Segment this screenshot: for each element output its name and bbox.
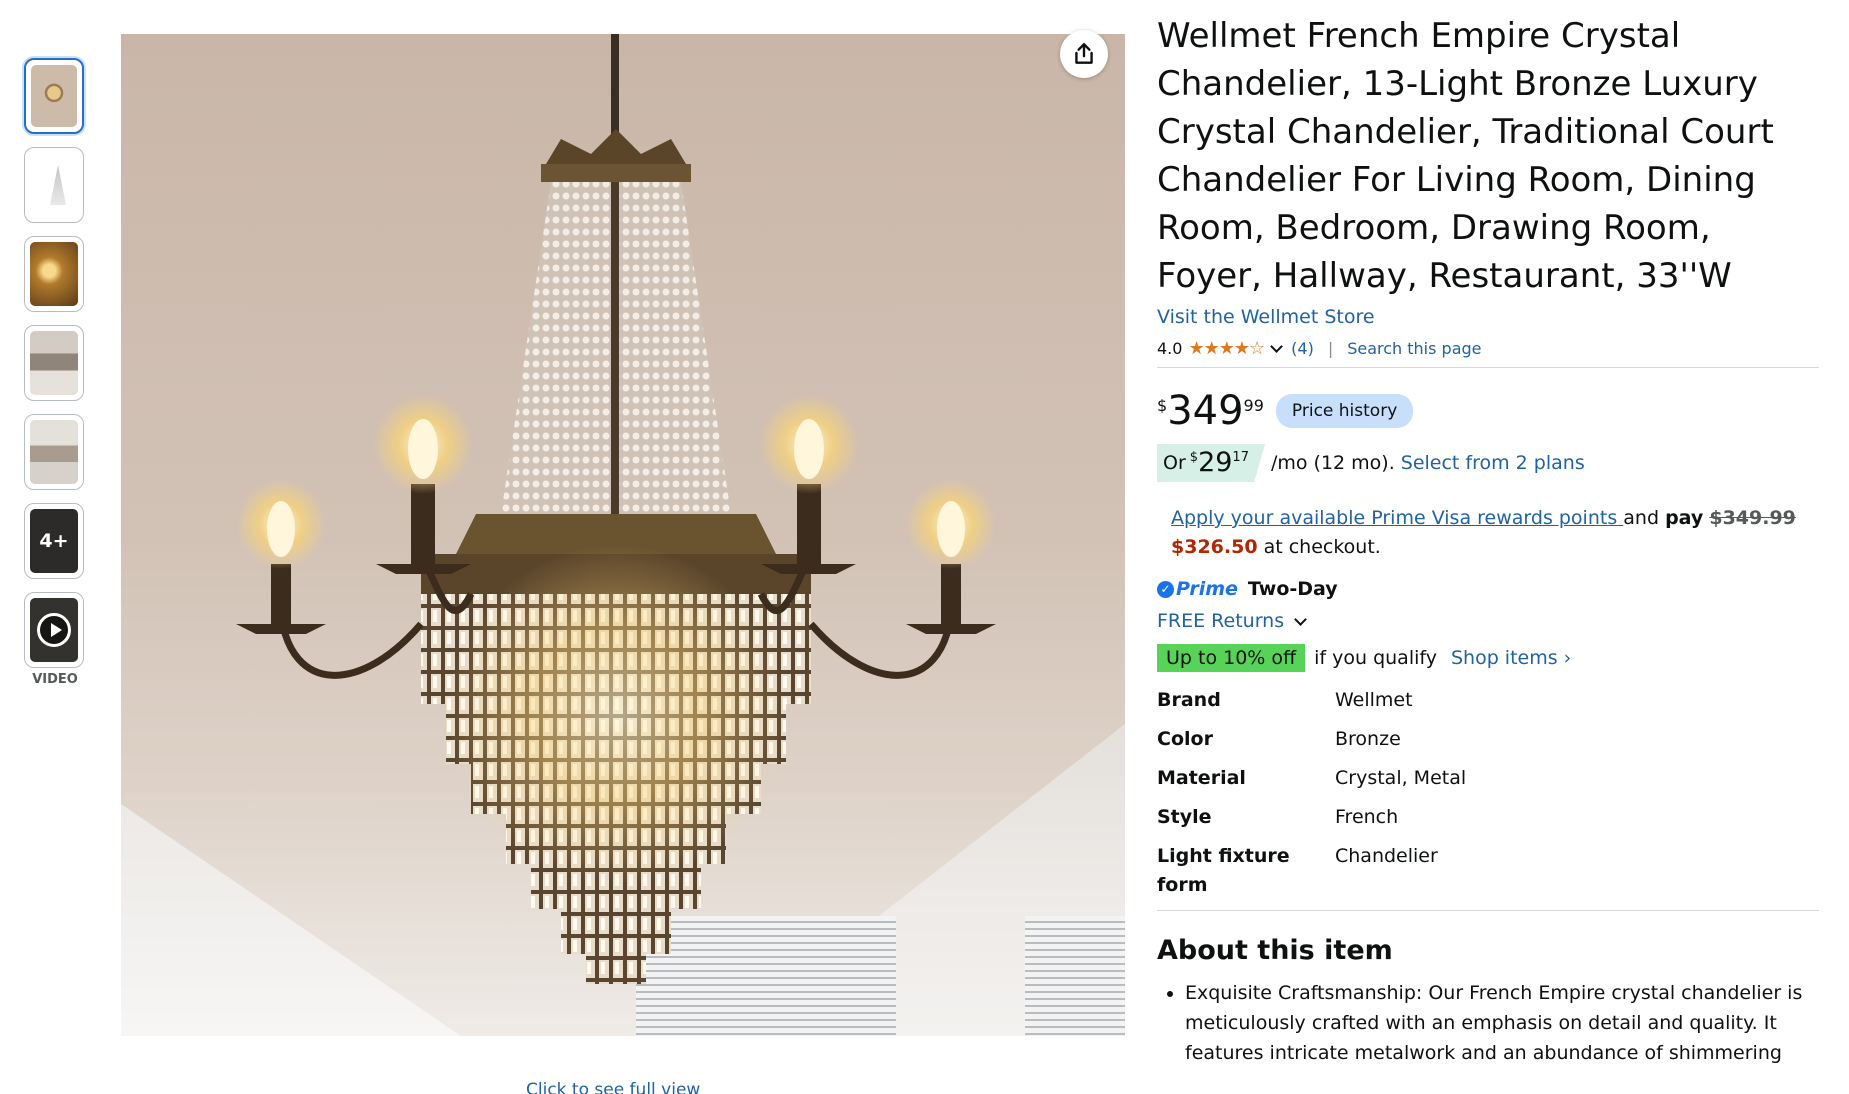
spec-key: Style (1157, 806, 1212, 828)
two-day-label: Two-Day (1247, 578, 1338, 600)
prime-delivery-row: ✓ Prime Two-Day (1157, 578, 1819, 600)
installment-fraction: 17 (1232, 450, 1249, 465)
and-text: and (1623, 507, 1660, 529)
spec-row-brand: Brand Wellmet (1157, 686, 1819, 715)
spec-row-color: Color Bronze (1157, 725, 1819, 754)
spec-value: French (1335, 806, 1399, 828)
prime-visa-link[interactable]: Apply your available Prime Visa rewards … (1171, 507, 1623, 529)
thumbnail-video[interactable] (24, 592, 84, 668)
divider (1157, 367, 1819, 368)
chevron-down-icon[interactable] (1270, 340, 1284, 353)
deal-text: if you qualify (1314, 647, 1437, 669)
deal-row: Up to 10% off if you qualify Shop items … (1157, 644, 1819, 672)
thumbnail-image (30, 242, 78, 306)
discounted-price: $326.50 (1171, 536, 1258, 558)
spec-row-style: Style French (1157, 803, 1819, 832)
spec-value: Crystal, Metal (1335, 767, 1467, 789)
rating-row: 4.0 ★★★★☆ (4) | Search this page (1157, 338, 1819, 359)
thumbnail-image (31, 65, 77, 127)
chandelier-illustration (236, 34, 996, 984)
shop-items-link[interactable]: Shop items › (1451, 647, 1571, 669)
installment-badge: Or $ 29 17 (1157, 444, 1265, 482)
thumbnail-strip: 4+ (24, 58, 86, 681)
spec-key: Color (1157, 728, 1213, 750)
thumbnail-1[interactable] (24, 58, 84, 134)
prime-logo: Prime (1176, 578, 1238, 600)
more-images-label: 4+ (30, 509, 78, 573)
spec-row-material: Material Crystal, Metal (1157, 764, 1819, 793)
about-title: About this item (1157, 935, 1393, 966)
store-link[interactable]: Visit the Wellmet Store (1157, 306, 1375, 328)
price-whole: 349 (1167, 388, 1244, 434)
thumbnail-image (30, 331, 78, 395)
product-info-panel: Wellmet French Empire Crystal Chandelier… (1157, 12, 1819, 1068)
search-page-link[interactable]: Search this page (1347, 339, 1481, 358)
play-icon (37, 613, 71, 647)
thumbnail-2[interactable] (24, 147, 84, 223)
installment-suffix: /mo (12 mo). (1270, 452, 1395, 474)
price: $ 349 99 (1157, 390, 1264, 432)
prime-visa-offer: Apply your available Prime Visa rewards … (1171, 504, 1819, 562)
separator: | (1327, 339, 1334, 358)
about-bullet: Exquisite Craftsmanship: Our French Empi… (1185, 978, 1819, 1068)
spec-row-fixture-form: Light fixture form Chandelier (1157, 842, 1819, 900)
thumbnail-image (30, 420, 78, 484)
thumbnail-3[interactable] (24, 236, 84, 312)
price-row: $ 349 99 Price history (1157, 390, 1819, 432)
installment-whole: 29 (1198, 447, 1233, 478)
deal-badge: Up to 10% off (1157, 644, 1306, 672)
checkout-text: at checkout. (1263, 536, 1381, 558)
thumbnail-4[interactable] (24, 325, 84, 401)
spec-value: Chandelier (1335, 845, 1438, 867)
spec-key: Light fixture form (1157, 845, 1290, 896)
thumbnail-5[interactable] (24, 414, 84, 490)
price-fraction: 99 (1243, 396, 1264, 415)
price-symbol: $ (1157, 396, 1168, 415)
installment-symbol: $ (1189, 450, 1199, 465)
installment-prefix: Or (1163, 452, 1186, 474)
select-plans-link[interactable]: Select from 2 plans (1401, 452, 1585, 474)
share-icon (1075, 43, 1093, 64)
spec-key: Material (1157, 767, 1246, 789)
price-history-button[interactable]: Price history (1275, 394, 1414, 428)
spec-value: Wellmet (1335, 689, 1413, 711)
video-thumbnail (30, 598, 78, 662)
original-price: $349.99 (1709, 507, 1796, 529)
pay-text: pay (1665, 507, 1704, 529)
spec-value: Bronze (1335, 728, 1401, 750)
chevron-down-icon (1294, 612, 1308, 626)
prime-check-icon: ✓ (1157, 580, 1174, 598)
main-product-image[interactable] (121, 34, 1125, 1036)
installment-row: Or $ 29 17 /mo (12 mo). Select from 2 pl… (1157, 444, 1819, 482)
rating-count-link[interactable]: (4) (1291, 339, 1314, 358)
video-label: VIDEO (32, 672, 78, 687)
free-returns-label: FREE Returns (1157, 610, 1285, 632)
spec-key: Brand (1157, 689, 1221, 711)
share-button[interactable] (1060, 30, 1108, 78)
star-rating-icon[interactable]: ★★★★☆ (1188, 338, 1265, 359)
click-full-view-link[interactable]: Click to see full view (526, 1080, 700, 1094)
thumbnail-more[interactable]: 4+ (24, 503, 84, 579)
free-returns-dropdown[interactable]: FREE Returns (1157, 610, 1819, 632)
spec-table: Brand Wellmet Color Bronze Material Crys… (1157, 686, 1819, 900)
divider (1157, 910, 1819, 911)
thumbnail-image (30, 153, 78, 217)
product-title: Wellmet French Empire Crystal Chandelier… (1157, 16, 1774, 296)
rating-value: 4.0 (1157, 339, 1183, 358)
about-bullets: Exquisite Craftsmanship: Our French Empi… (1185, 978, 1819, 1068)
